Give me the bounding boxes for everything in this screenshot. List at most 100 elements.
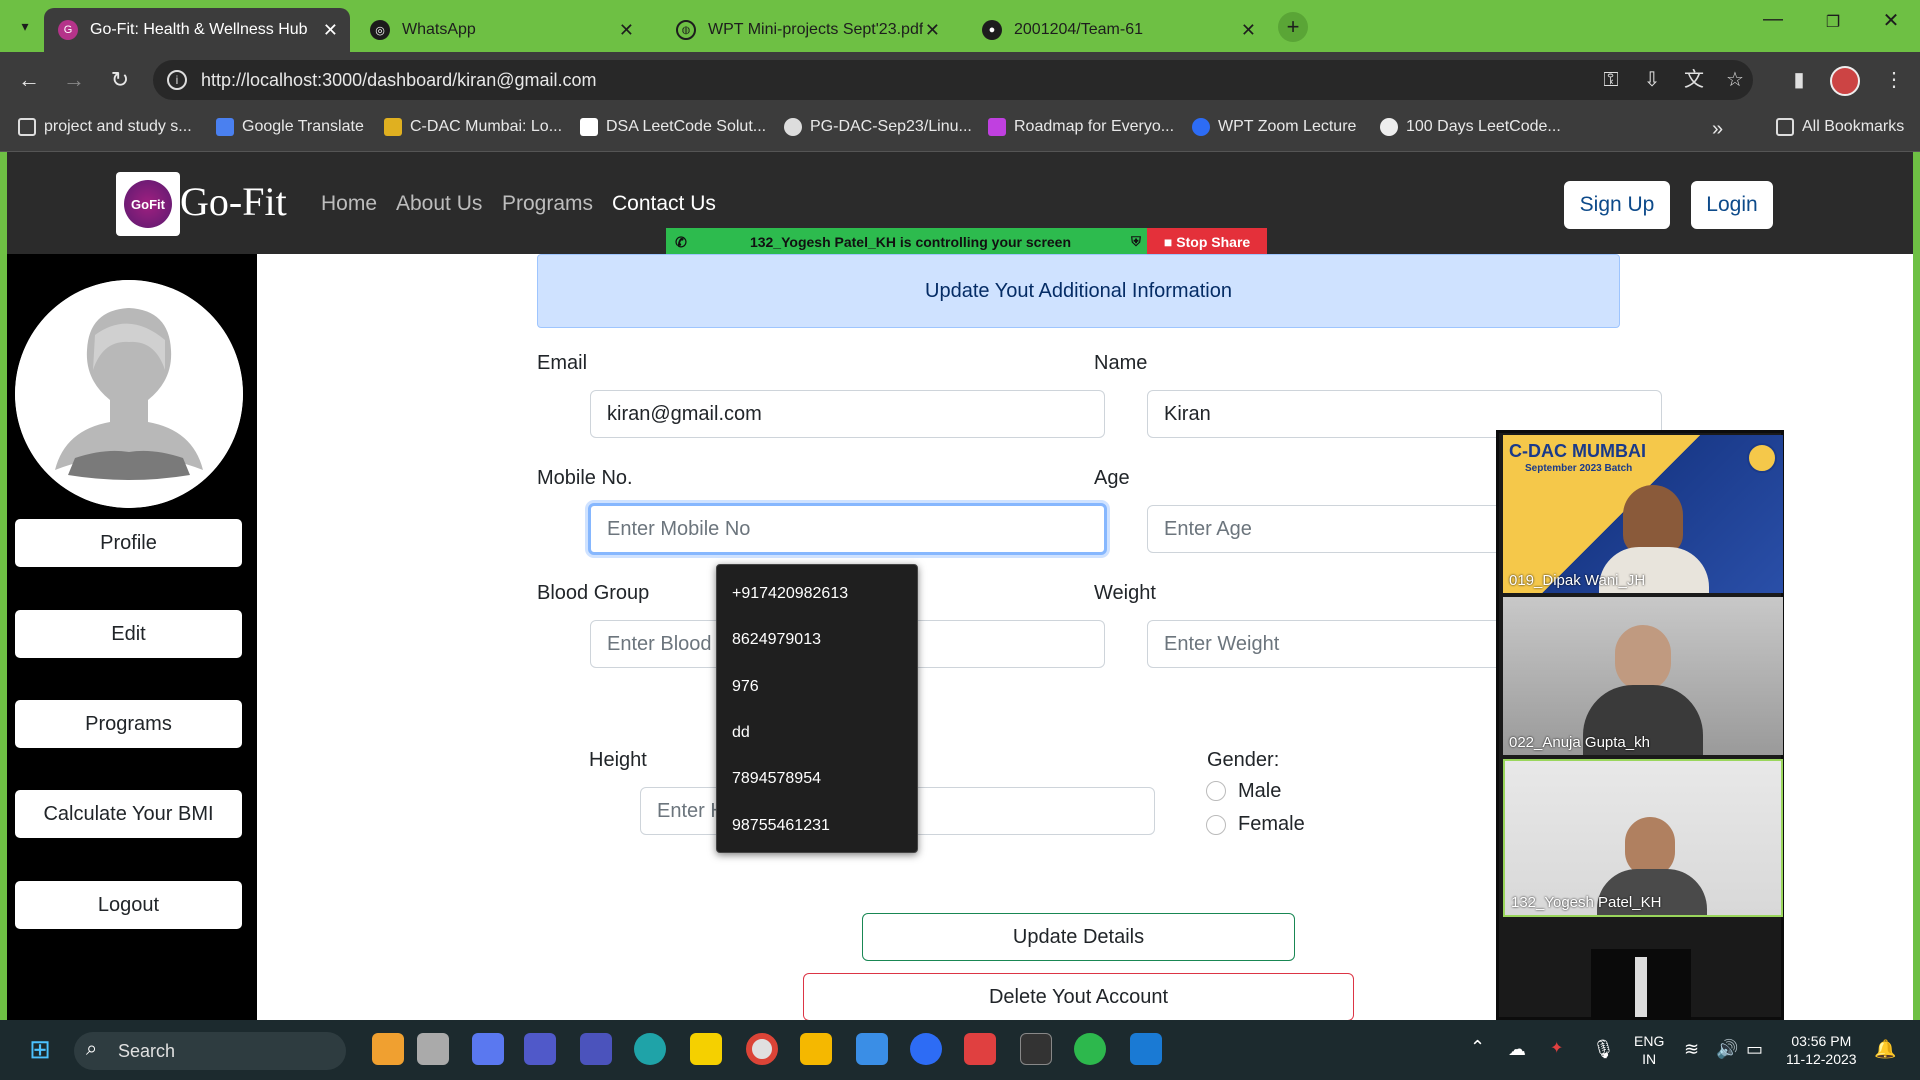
sidebar-logout-button[interactable]: Logout — [15, 881, 242, 929]
notification-bell-icon[interactable]: 🔔 — [1874, 1040, 1896, 1058]
snipping-tool-icon[interactable] — [964, 1033, 996, 1065]
notification-app-icon[interactable] — [472, 1033, 504, 1065]
edge-icon[interactable] — [634, 1033, 666, 1065]
gender-male-radio[interactable] — [1206, 781, 1226, 801]
stop-share-button[interactable]: ■ Stop Share — [1147, 228, 1267, 256]
bookmark-pg-dac[interactable]: PG-DAC-Sep23/Linu... — [784, 118, 972, 136]
back-arrow-icon[interactable]: ← — [15, 66, 43, 94]
autocomplete-item[interactable]: 7894578954 — [732, 770, 821, 788]
key-icon[interactable]: ⚿ — [1597, 66, 1625, 94]
taskbar-search[interactable]: ⌕ Search — [74, 1032, 346, 1070]
close-icon[interactable]: ✕ — [323, 20, 338, 41]
sidebar-programs-button[interactable]: Programs — [15, 700, 242, 748]
chrome-icon[interactable] — [746, 1033, 778, 1065]
bookmark-wpt-zoom[interactable]: WPT Zoom Lecture — [1192, 118, 1356, 136]
email-field[interactable]: kiran@gmail.com — [590, 390, 1105, 438]
nav-contact-us[interactable]: Contact Us — [612, 192, 716, 216]
mongodb-icon[interactable] — [1074, 1033, 1106, 1065]
nav-home[interactable]: Home — [321, 192, 377, 216]
sidepanel-icon[interactable]: ▮ — [1785, 66, 1813, 94]
bookmark-star-icon[interactable]: ☆ — [1721, 66, 1749, 94]
gender-female-label[interactable]: Female — [1238, 813, 1305, 836]
install-app-icon[interactable]: ⇩ — [1638, 66, 1666, 94]
weight-field[interactable]: Enter Weight — [1147, 620, 1507, 668]
reload-icon[interactable]: ↻ — [106, 66, 134, 94]
translate-icon[interactable]: 文 — [1680, 66, 1708, 94]
bookmark-roadmap[interactable]: Roadmap for Everyo... — [988, 118, 1174, 136]
gender-female-radio[interactable] — [1206, 815, 1226, 835]
mobile-field[interactable]: Enter Mobile No — [588, 503, 1107, 555]
all-bookmarks[interactable]: All Bookmarks — [1776, 118, 1904, 136]
autocomplete-item[interactable]: 976 — [732, 678, 759, 696]
bookmark-folder-project[interactable]: project and study s... — [18, 118, 192, 136]
task-view-icon[interactable] — [417, 1033, 449, 1065]
language-indicator[interactable]: ENG IN — [1634, 1032, 1664, 1068]
terminal-icon[interactable] — [1020, 1033, 1052, 1065]
info-icon[interactable]: i — [167, 70, 187, 90]
microphone-icon[interactable]: 🎙 — [1592, 1040, 1615, 1058]
more-bookmarks-chevron-icon[interactable]: » — [1712, 118, 1723, 141]
sidebar-bmi-button[interactable]: Calculate Your BMI — [15, 790, 242, 838]
security-icon[interactable]: ✦ — [1550, 1040, 1563, 1058]
menu-kebab-icon[interactable]: ⋮ — [1880, 66, 1908, 94]
sticky-notes-icon[interactable] — [690, 1033, 722, 1065]
file-explorer-icon[interactable] — [800, 1033, 832, 1065]
tab-github[interactable]: ● 2001204/Team-61 ✕ — [968, 8, 1268, 52]
bookmark-dsa-leetcode[interactable]: DSA LeetCode Solut... — [580, 118, 766, 136]
battery-icon[interactable]: ▭ — [1746, 1040, 1763, 1058]
gender-male-label[interactable]: Male — [1238, 780, 1281, 803]
volume-icon[interactable]: 🔊 — [1716, 1040, 1738, 1058]
autocomplete-item[interactable]: 98755461231 — [732, 817, 830, 835]
nav-programs[interactable]: Programs — [502, 192, 593, 216]
forward-arrow-icon[interactable]: → — [60, 66, 88, 94]
office-icon[interactable] — [372, 1033, 404, 1065]
onedrive-icon[interactable]: ☁ — [1508, 1040, 1526, 1058]
participant-video-tile[interactable]: C-DAC MUMBAI September 2023 Batch 019_Di… — [1503, 435, 1783, 593]
autocomplete-item[interactable]: 8624979013 — [732, 631, 821, 649]
browser-frame-left — [0, 152, 7, 1020]
tray-chevron-icon[interactable]: ⌃ — [1470, 1038, 1485, 1056]
signup-button[interactable]: Sign Up — [1564, 181, 1670, 229]
tab-pdf[interactable]: ◍ WPT Mini-projects Sept'23.pdf ✕ — [662, 8, 952, 52]
participant-video-tile[interactable]: 132_Yogesh Patel_KH — [1503, 759, 1783, 917]
participant-avatar-tile[interactable] — [1591, 949, 1691, 1023]
bookmark-100-days[interactable]: 100 Days LeetCode... — [1380, 118, 1561, 136]
window-close-icon[interactable]: ✕ — [1866, 8, 1916, 33]
new-tab-plus-icon[interactable]: + — [1278, 12, 1308, 42]
restore-icon[interactable]: ❐ — [1808, 12, 1858, 32]
autocomplete-item[interactable]: +917420982613 — [732, 585, 848, 603]
person-head — [1625, 817, 1675, 877]
bookmark-cdac[interactable]: C-DAC Mumbai: Lo... — [384, 118, 562, 136]
zoom-icon[interactable] — [910, 1033, 942, 1065]
age-field[interactable]: Enter Age — [1147, 505, 1507, 553]
sidebar-edit-button[interactable]: Edit — [15, 610, 242, 658]
vscode-icon[interactable] — [1130, 1033, 1162, 1065]
close-icon[interactable]: ✕ — [619, 20, 634, 41]
sidebar-profile-button[interactable]: Profile — [15, 519, 242, 567]
notepad-icon[interactable] — [856, 1033, 888, 1065]
gofit-logo[interactable]: GoFit — [116, 172, 180, 236]
autocomplete-item[interactable]: dd — [732, 724, 750, 742]
close-icon[interactable]: ✕ — [925, 20, 940, 41]
wifi-icon[interactable]: ≋ — [1684, 1040, 1699, 1058]
windows-start-icon[interactable]: ⊞ — [24, 1033, 56, 1065]
teams-icon[interactable] — [580, 1033, 612, 1065]
delete-account-button[interactable]: Delete Yout Account — [803, 973, 1354, 1021]
minimize-icon[interactable]: — — [1748, 8, 1798, 31]
tab-gofit[interactable]: G Go-Fit: Health & Wellness Hub ✕ — [44, 8, 350, 52]
clock[interactable]: 03:56 PM 11-12-2023 — [1786, 1032, 1857, 1068]
url-text[interactable]: http://localhost:3000/dashboard/kiran@gm… — [201, 70, 597, 91]
update-details-button[interactable]: Update Details — [862, 913, 1295, 961]
close-icon[interactable]: ✕ — [1241, 20, 1256, 41]
participant-video-tile[interactable]: 022_Anuja Gupta_kh — [1503, 597, 1783, 755]
address-bar[interactable]: i http://localhost:3000/dashboard/kiran@… — [153, 60, 1753, 100]
teams-chat-icon[interactable] — [524, 1033, 556, 1065]
bookmark-google-translate[interactable]: Google Translate — [216, 118, 364, 136]
tab-whatsapp[interactable]: ◎ WhatsApp ✕ — [356, 8, 646, 52]
login-button[interactable]: Login — [1691, 181, 1773, 229]
tab-search-chevron-icon[interactable]: ▾ — [10, 10, 40, 42]
brand-name[interactable]: Go-Fit — [180, 178, 287, 225]
folder-icon — [18, 118, 36, 136]
profile-avatar-icon[interactable] — [1830, 66, 1860, 96]
nav-about-us[interactable]: About Us — [396, 192, 482, 216]
